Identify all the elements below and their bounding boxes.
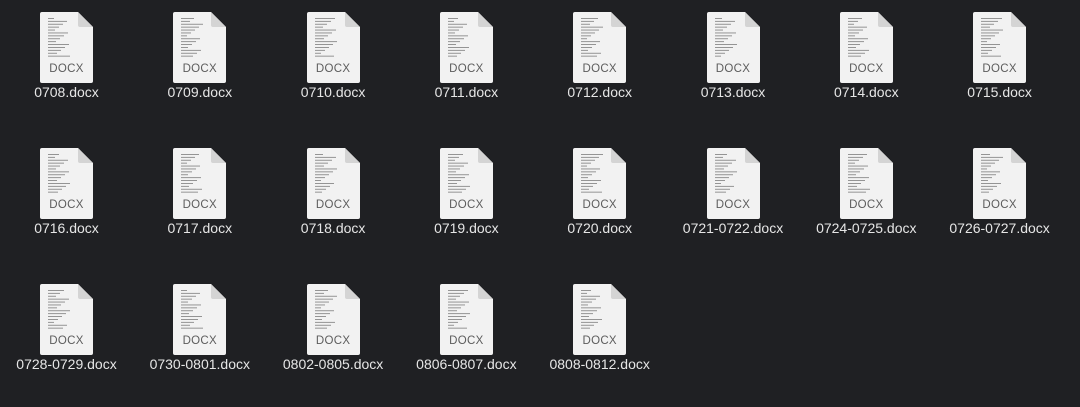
file-type-label: DOCX bbox=[449, 335, 484, 347]
file-type-label: DOCX bbox=[449, 63, 484, 75]
file-name-label: 0718.docx bbox=[300, 220, 366, 236]
file-item[interactable]: DOCX 0730-0801.docx bbox=[133, 272, 266, 392]
file-type-label: DOCX bbox=[182, 335, 218, 347]
docx-file-icon: DOCX bbox=[839, 148, 893, 219]
file-name-label: 0708.docx bbox=[34, 84, 99, 100]
file-type-label: DOCX bbox=[715, 199, 751, 211]
file-type-label: DOCX bbox=[315, 335, 351, 347]
file-name-label: 0728-0729.docx bbox=[16, 356, 117, 372]
docx-file-icon: DOCX bbox=[706, 12, 760, 83]
docx-file-icon: DOCX bbox=[839, 12, 893, 83]
file-item[interactable]: DOCX 0721-0722.docx bbox=[667, 136, 800, 256]
file-type-label: DOCX bbox=[849, 63, 884, 75]
file-type-label: DOCX bbox=[49, 199, 84, 211]
docx-file-icon: DOCX bbox=[573, 148, 627, 219]
file-name-label: 0716.docx bbox=[34, 220, 99, 236]
file-name-label: 0717.docx bbox=[167, 220, 233, 236]
file-name-label: 0711.docx bbox=[434, 84, 499, 100]
file-item[interactable]: DOCX 0709.docx bbox=[133, 0, 266, 120]
file-item[interactable]: DOCX 0715.docx bbox=[933, 0, 1066, 120]
file-name-label: 0719.docx bbox=[434, 220, 499, 236]
file-item[interactable]: DOCX 0720.docx bbox=[533, 136, 666, 256]
docx-file-icon: DOCX bbox=[40, 12, 93, 83]
docx-file-icon: DOCX bbox=[439, 12, 493, 83]
file-name-label: 0726-0727.docx bbox=[949, 220, 1050, 236]
file-type-label: DOCX bbox=[582, 335, 617, 347]
file-item[interactable]: DOCX 0716.docx bbox=[0, 136, 133, 256]
file-type-label: DOCX bbox=[449, 199, 484, 211]
docx-file-icon: DOCX bbox=[439, 148, 493, 219]
file-name-label: 0806-0807.docx bbox=[416, 356, 517, 372]
file-item[interactable]: DOCX 0711.docx bbox=[400, 0, 533, 120]
file-type-label: DOCX bbox=[582, 199, 617, 211]
file-name-label: 0713.docx bbox=[700, 84, 766, 100]
file-item[interactable]: DOCX 0712.docx bbox=[533, 0, 666, 120]
docx-file-icon: DOCX bbox=[40, 148, 93, 219]
file-name-label: 0714.docx bbox=[833, 84, 899, 100]
file-item[interactable]: DOCX 0713.docx bbox=[667, 0, 800, 120]
file-name-label: 0721-0722.docx bbox=[682, 220, 784, 236]
docx-file-icon: DOCX bbox=[439, 284, 493, 355]
file-item[interactable]: DOCX 0724-0725.docx bbox=[800, 136, 933, 256]
file-type-label: DOCX bbox=[582, 63, 617, 75]
file-item[interactable]: DOCX 0710.docx bbox=[267, 0, 400, 120]
file-type-label: DOCX bbox=[49, 63, 84, 75]
file-item[interactable]: DOCX 0802-0805.docx bbox=[267, 272, 400, 392]
docx-file-icon: DOCX bbox=[40, 284, 93, 355]
file-grid: DOCX 0708.docx DOCX 0709.docx DOCX 0710.docx D… bbox=[0, 0, 1080, 407]
file-type-label: DOCX bbox=[982, 199, 1017, 211]
docx-file-icon: DOCX bbox=[173, 12, 227, 83]
file-item[interactable]: DOCX 0714.docx bbox=[800, 0, 933, 120]
file-item[interactable]: DOCX 0728-0729.docx bbox=[0, 272, 133, 392]
docx-file-icon: DOCX bbox=[173, 148, 227, 219]
docx-file-icon: DOCX bbox=[173, 284, 227, 355]
docx-file-icon: DOCX bbox=[306, 148, 360, 219]
file-name-label: 0730-0801.docx bbox=[149, 356, 250, 372]
docx-file-icon: DOCX bbox=[973, 12, 1027, 83]
file-name-label: 0808-0812.docx bbox=[549, 356, 650, 372]
file-type-label: DOCX bbox=[849, 199, 884, 211]
file-item[interactable]: DOCX 0708.docx bbox=[0, 0, 133, 120]
file-name-label: 0712.docx bbox=[567, 84, 632, 100]
file-item[interactable]: DOCX 0806-0807.docx bbox=[400, 272, 533, 392]
file-type-label: DOCX bbox=[315, 63, 351, 75]
file-item[interactable]: DOCX 0808-0812.docx bbox=[533, 272, 666, 392]
file-item[interactable]: DOCX 0726-0727.docx bbox=[933, 136, 1066, 256]
file-item[interactable]: DOCX 0717.docx bbox=[133, 136, 266, 256]
file-name-label: 0710.docx bbox=[300, 84, 366, 100]
file-type-label: DOCX bbox=[182, 63, 218, 75]
file-item[interactable]: DOCX 0718.docx bbox=[267, 136, 400, 256]
file-type-label: DOCX bbox=[182, 199, 218, 211]
file-type-label: DOCX bbox=[49, 335, 84, 347]
file-name-label: 0802-0805.docx bbox=[282, 356, 384, 372]
file-type-label: DOCX bbox=[315, 199, 351, 211]
file-name-label: 0724-0725.docx bbox=[816, 220, 917, 236]
file-type-label: DOCX bbox=[715, 63, 751, 75]
docx-file-icon: DOCX bbox=[573, 12, 627, 83]
file-name-label: 0720.docx bbox=[567, 220, 632, 236]
docx-file-icon: DOCX bbox=[306, 284, 360, 355]
docx-file-icon: DOCX bbox=[706, 148, 760, 219]
docx-file-icon: DOCX bbox=[573, 284, 627, 355]
docx-file-icon: DOCX bbox=[973, 148, 1027, 219]
file-name-label: 0715.docx bbox=[967, 84, 1032, 100]
file-type-label: DOCX bbox=[982, 63, 1017, 75]
docx-file-icon: DOCX bbox=[306, 12, 360, 83]
file-name-label: 0709.docx bbox=[167, 84, 233, 100]
file-item[interactable]: DOCX 0719.docx bbox=[400, 136, 533, 256]
